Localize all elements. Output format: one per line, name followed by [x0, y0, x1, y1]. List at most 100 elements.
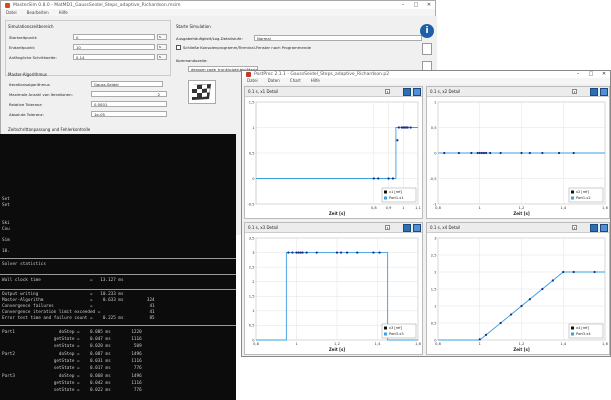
postproc-title: PostProc 2.1.1 - GaussSeidel_Steps_adapt…	[254, 72, 390, 77]
console-fragment: Cou	[2, 227, 10, 232]
menu-datei[interactable]: Datei	[6, 10, 17, 15]
minimize-icon[interactable]: –	[572, 71, 584, 78]
series-point	[346, 251, 349, 254]
legend-swatch	[384, 332, 387, 336]
panel-layout-icon[interactable]	[590, 224, 598, 232]
maxiter-spinbox[interactable]: 2	[91, 91, 167, 97]
panel-layout-icon[interactable]	[590, 88, 598, 96]
console-separator	[0, 258, 236, 259]
series-point	[489, 151, 492, 155]
chart-x4[interactable]: 32,521,510,500,8 1 1,2 1,4 1,6Zeit [s]x4 [re…	[427, 234, 609, 354]
close-console-checkbox[interactable]	[176, 45, 181, 50]
series-point	[551, 279, 554, 282]
new-document-icon[interactable]	[422, 43, 432, 55]
end-input[interactable]: 10	[73, 44, 155, 50]
algo-label: Iterationsalgorithmus	[9, 82, 50, 87]
y-tick-label: -0,5	[247, 202, 254, 206]
series-point	[356, 251, 359, 254]
panel-split-icon[interactable]	[413, 224, 421, 232]
x-tick-label: 1,4	[560, 342, 566, 346]
legend-swatch	[571, 326, 574, 330]
dropdown-icon[interactable]: ▾	[572, 89, 577, 94]
start-unit-select[interactable]: s	[157, 34, 167, 40]
y-tick-label: 1,5	[249, 100, 255, 104]
abstol-input[interactable]: 1e-05	[91, 111, 167, 117]
abstol-label: Absolute Toleranz:	[9, 112, 44, 117]
series-point	[287, 251, 290, 254]
panel-layout-icon[interactable]	[403, 88, 411, 96]
y-tick-label: 3	[252, 251, 254, 255]
console-stat-row: Convergence failures = 41	[2, 304, 155, 309]
chart-x2[interactable]: 10,50-0,5-10,8 1 1,2 1,4 1,6Zeit [s]x2 [ref]…	[427, 98, 609, 218]
series-point	[295, 251, 298, 254]
race-flag-icon	[192, 84, 211, 100]
menu-hilfe[interactable]: Hilfe	[59, 10, 68, 15]
chart-panel-4: 0.1 s, x4 Detail ▾ 3 2,5 2 1,5 1 0,5 0 0,8 1 1,2 1…	[426, 222, 610, 355]
legend-swatch	[384, 326, 387, 330]
legend-entry: x2 [ref]	[576, 190, 590, 194]
panel-split-icon[interactable]	[600, 224, 608, 232]
legend-entry: x1 [ref]	[389, 190, 403, 194]
errctrl-header: Zeitschrittanpassung und Fehlerkontrolle	[8, 127, 91, 132]
chart-x3[interactable]: 3,532,521,510,500,8 1 1,2 1,4 1,6Zeit [s]x3 …	[245, 234, 422, 354]
series-point	[499, 151, 502, 155]
series-point	[443, 151, 446, 155]
chart-panel-title: 0.1 s, x3 Detail	[248, 225, 279, 230]
series-point	[541, 151, 544, 155]
mastersim-titlebar: MasterSim 0.8.0 - MatMD1_GaussSeidel_Ste…	[1, 1, 435, 9]
reltol-input[interactable]: 0,0001	[91, 101, 167, 107]
step-input[interactable]: 0,14	[73, 54, 155, 60]
step-label: Anfängliche Schrittweite:	[9, 55, 57, 60]
algo-select[interactable]: Gauss-Seidel	[91, 81, 163, 87]
panel-split-icon[interactable]	[413, 88, 421, 96]
x-tick-label: 1,1	[415, 206, 421, 210]
panel-split-icon[interactable]	[600, 88, 608, 96]
series-point	[528, 151, 531, 155]
y-tick-label: -0,5	[429, 177, 436, 181]
series-point	[372, 251, 375, 254]
series-point	[593, 270, 596, 274]
start-simulation-button[interactable]	[188, 80, 216, 104]
console-stat-row: Output writing = 10.233 ms	[2, 292, 124, 297]
chart-x1[interactable]: 1,5 1 0,5 0 -0,5 0,8 0,9 1 1,1 Zeit [s] x1 [ref] Pa…	[245, 98, 422, 218]
chart-panel-3: 0.1 s, x3 Detail ▾ 3,5 3 2,5 2 1,5 1 0,5 0 0,8 1 1…	[244, 222, 423, 355]
verbosity-select[interactable]: Normal	[254, 35, 422, 41]
dropdown-icon[interactable]: ▾	[572, 225, 577, 230]
x-tick-label: 1,2	[334, 342, 340, 346]
maximize-icon[interactable]: □	[585, 71, 597, 78]
series-point	[520, 304, 523, 308]
console-fragment: Ski	[2, 221, 10, 226]
menu-datei[interactable]: Datei	[247, 78, 258, 84]
maximize-icon[interactable]: □	[410, 1, 422, 9]
info-icon[interactable]: i	[420, 24, 434, 38]
step-unit-select[interactable]: s	[157, 54, 167, 60]
series-point	[406, 126, 409, 129]
series-point	[562, 270, 565, 274]
x-axis-label: Zeit [s]	[329, 211, 345, 216]
menu-bearbeiten[interactable]: Bearbeiten	[27, 10, 49, 15]
end-unit-select[interactable]: s	[157, 44, 167, 50]
menu-hilfe[interactable]: Hilfe	[311, 78, 320, 84]
console-window: Set Set Ski Cou Sim 10. Solver statistic…	[0, 134, 236, 400]
dropdown-icon[interactable]: ▾	[385, 89, 390, 94]
menu-chart[interactable]: Chart	[290, 78, 301, 84]
series-point	[541, 287, 544, 291]
series-point	[478, 151, 481, 155]
y-tick-label: 0	[434, 151, 437, 155]
y-tick-label: 1	[434, 100, 436, 104]
verbosity-label: Ausgabehäufigkeit/Log-Detailstufe:	[176, 36, 243, 41]
dropdown-icon[interactable]: ▾	[385, 225, 390, 230]
y-tick-label: 1,5	[249, 295, 255, 299]
close-icon[interactable]: ✕	[423, 1, 435, 9]
x-axis-label: Zeit [s]	[513, 347, 529, 352]
minimize-icon[interactable]: –	[397, 1, 409, 9]
y-tick-label: 1	[252, 126, 254, 130]
start-input[interactable]: 0	[73, 34, 155, 40]
close-icon[interactable]: ✕	[598, 71, 610, 78]
menu-daten[interactable]: Daten	[268, 78, 280, 84]
panel-layout-icon[interactable]	[403, 224, 411, 232]
series-point	[301, 251, 304, 254]
series-point	[478, 338, 481, 341]
reltol-label: Relative Toleranz:	[9, 102, 43, 107]
series-point	[509, 313, 513, 316]
